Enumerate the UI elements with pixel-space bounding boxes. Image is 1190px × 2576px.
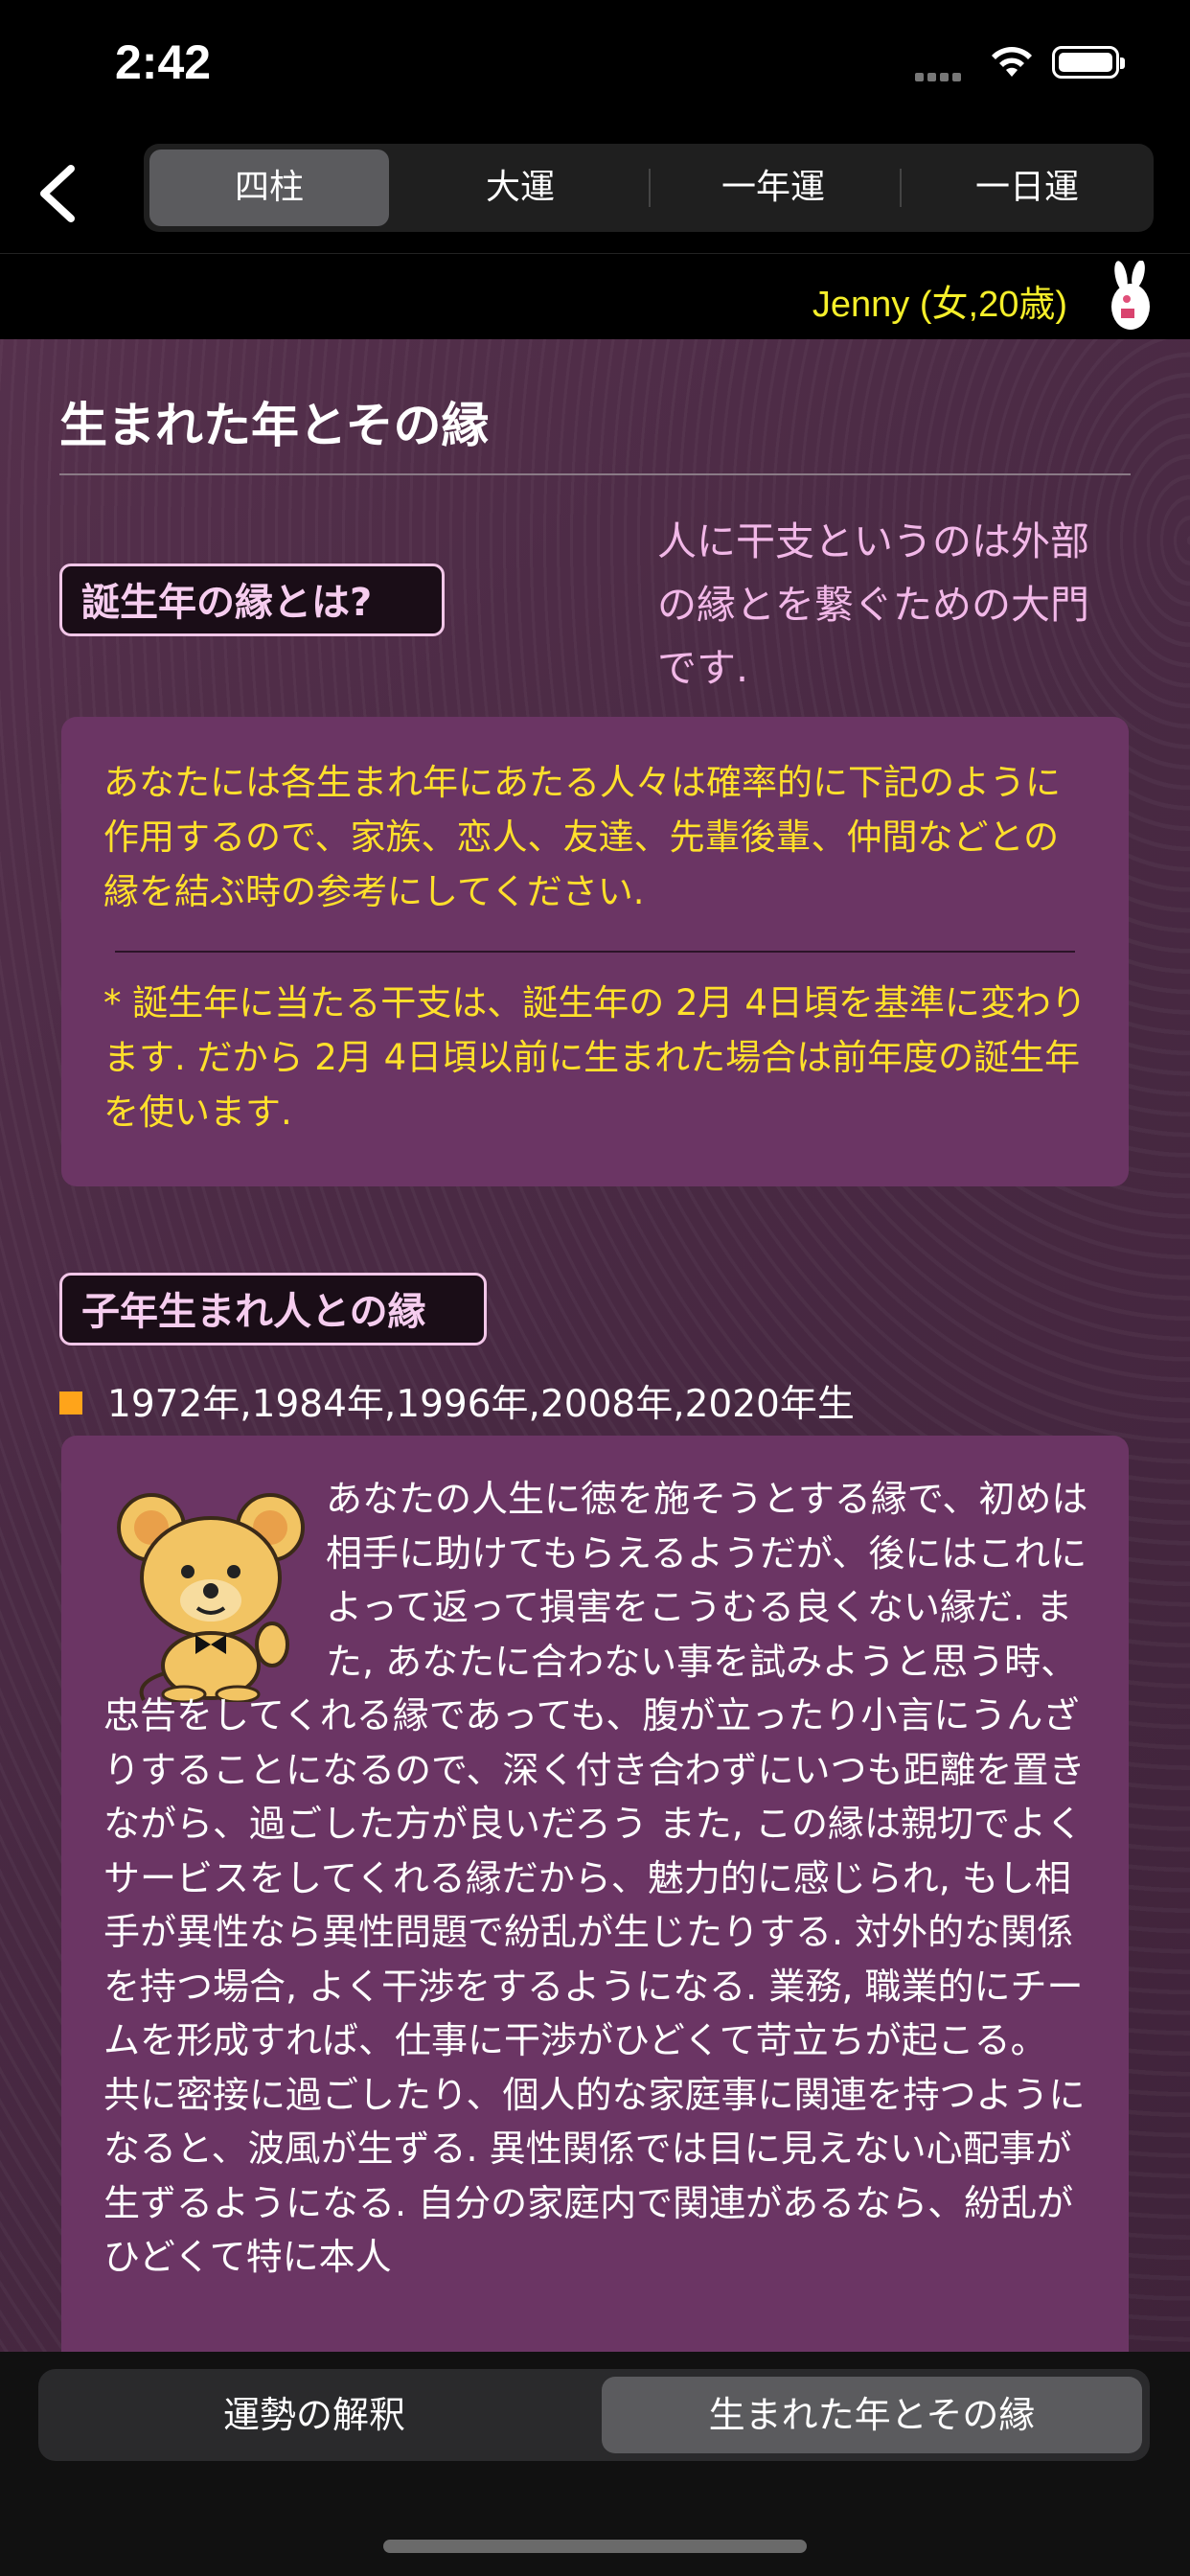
tab-yearly-luck[interactable]: 一年運 bbox=[653, 150, 893, 226]
wifi-icon bbox=[992, 47, 1032, 77]
tab-daily-luck[interactable]: 一日運 bbox=[906, 150, 1148, 226]
tab-four-pillars[interactable]: 四柱 bbox=[149, 150, 389, 226]
period-tabs: 四柱 大運 一年運 一日運 bbox=[144, 144, 1154, 232]
title-divider bbox=[59, 473, 1131, 475]
status-time: 2:42 bbox=[115, 35, 212, 89]
rat-years: 1972年,1984年,1996年,2008年,2020年生 bbox=[107, 1383, 855, 1426]
rat-description: あなたの人生に徳を施そうとする縁で、初めは相手に助けてもらえるようだが、後にはこ… bbox=[103, 1472, 1090, 2285]
rat-card: あなたの人生に徳を施そうとする縁で、初めは相手に助けてもらえるようだが、後にはこ… bbox=[61, 1436, 1129, 2352]
rat-tag: 子年生まれ人との縁 bbox=[59, 1273, 487, 1346]
home-indicator bbox=[383, 2540, 807, 2553]
status-bar: 2:42 bbox=[0, 0, 1190, 134]
tab-major-luck[interactable]: 大運 bbox=[400, 150, 640, 226]
intro-card: あなたには各生まれ年にあたる人々は確率的に下記のように作用するので、家族、恋人、… bbox=[61, 717, 1129, 1186]
bullet-square bbox=[59, 1392, 82, 1414]
card-divider bbox=[115, 951, 1075, 953]
cellular-signal-icon bbox=[915, 67, 965, 85]
intro-card-note: * 誕生年に当たる干支は、誕生年の 2月 4日頃を基準に変わります. だから 2… bbox=[103, 982, 1087, 1133]
back-button[interactable] bbox=[29, 155, 90, 232]
rabbit-zodiac-icon bbox=[1111, 261, 1150, 330]
battery-icon bbox=[1052, 46, 1125, 79]
intro-text: 人に干支というのは外部の縁とを繋ぐための大門です. bbox=[657, 518, 1089, 691]
tab-birth-year-relations[interactable]: 生まれた年とその縁 bbox=[602, 2377, 1142, 2453]
bottom-bar: 運勢の解釈 生まれた年とその縁 bbox=[0, 2352, 1190, 2576]
content-area: 生まれた年とその縁 誕生年の縁とは? 人に干支というのは外部の縁とを繋ぐための大… bbox=[0, 339, 1190, 2352]
intro-card-paragraph: あなたには各生まれ年にあたる人々は確率的に下記のように作用するので、家族、恋人、… bbox=[103, 762, 1061, 912]
tab-separator bbox=[649, 169, 651, 207]
user-row: Jenny (女,20歳) bbox=[0, 255, 1190, 337]
section-title: 生まれた年とその縁 bbox=[59, 398, 490, 453]
intro-tag: 誕生年の縁とは? bbox=[59, 564, 445, 636]
bottom-tabs: 運勢の解釈 生まれた年とその縁 bbox=[38, 2369, 1150, 2461]
tab-fortune-interpretation[interactable]: 運勢の解釈 bbox=[46, 2377, 583, 2453]
nav-bar: 四柱 大運 一年運 一日運 bbox=[0, 134, 1190, 254]
tab-separator bbox=[900, 169, 902, 207]
user-name: Jenny (女,20歳) bbox=[812, 285, 1067, 325]
